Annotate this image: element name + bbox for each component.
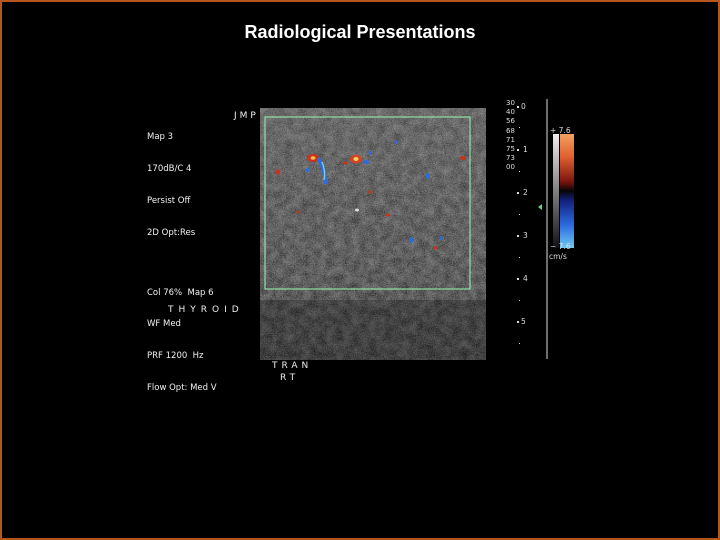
ultrasound-image xyxy=(260,108,486,360)
orientation-side: RT xyxy=(280,373,300,383)
slide-title: Radiological Presentations xyxy=(244,22,476,42)
gain-row: 00 xyxy=(506,163,515,172)
focus-marker-icon xyxy=(538,204,542,210)
depth-label: 4 xyxy=(523,274,528,283)
velocity-gradient xyxy=(560,134,574,248)
gain-row: 73 xyxy=(506,154,515,163)
gain-row: 68 xyxy=(506,126,515,135)
depth-label: 0 xyxy=(521,102,526,111)
setting-line: Map 3 xyxy=(147,132,174,143)
scan-settings-panel: Map 3 170dB/C 4 Persist Off 2D Opt:Res C… xyxy=(147,111,217,404)
depth-label: 1 xyxy=(523,145,528,154)
gain-row: 40 xyxy=(506,108,515,117)
gain-row: 75 xyxy=(506,145,515,154)
operator-initials: JMP xyxy=(234,111,259,121)
gain-row: 56 xyxy=(506,117,515,126)
gain-row: 30 xyxy=(506,99,515,107)
depth-label: 2 xyxy=(523,188,528,197)
velocity-min-label: − 7.6 xyxy=(550,242,571,251)
gain-readout: 30 40 56 68 71 75 73 00 xyxy=(506,99,515,173)
organ-label: THYROID xyxy=(168,305,244,315)
velocity-max-label: + 7.6 xyxy=(550,126,571,135)
depth-ticks xyxy=(517,106,542,344)
deep-shadow xyxy=(260,300,486,360)
orientation-plane: TRAN xyxy=(272,361,313,371)
color-setting-line: PRF 1200 Hz xyxy=(147,351,204,362)
grayscale-bar xyxy=(553,134,559,248)
gain-row: 71 xyxy=(506,135,515,144)
color-setting-line: WF Med xyxy=(147,319,181,330)
depth-label: 5 xyxy=(521,317,526,326)
color-setting-line: Flow Opt: Med V xyxy=(147,382,217,393)
orientation-label: TRAN RT xyxy=(272,360,312,384)
setting-line: Persist Off xyxy=(147,195,191,206)
velocity-colorbar xyxy=(560,134,574,248)
depth-label: 3 xyxy=(523,231,528,240)
color-setting-line: Col 76% Map 6 xyxy=(147,287,214,298)
setting-line: 170dB/C 4 xyxy=(147,163,192,174)
setting-line: 2D Opt:Res xyxy=(147,227,196,238)
velocity-unit-label: cm/s xyxy=(549,252,567,261)
